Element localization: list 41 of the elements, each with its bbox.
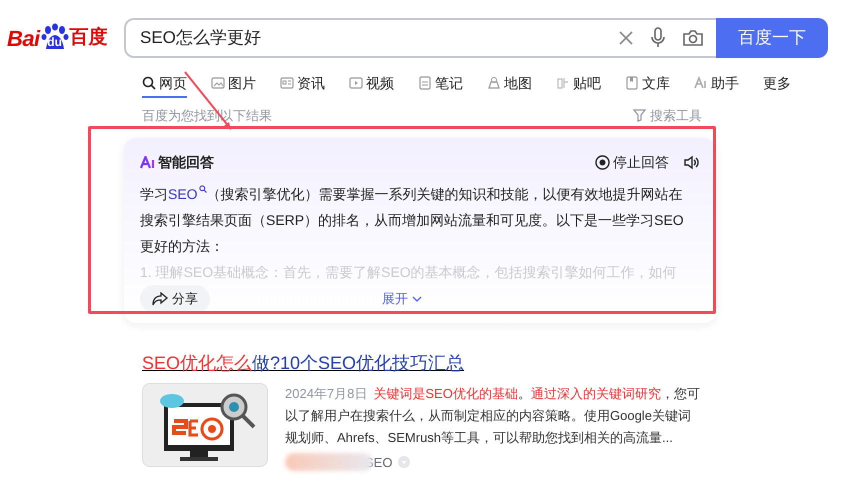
document-icon: [625, 76, 639, 90]
search-icon: [198, 184, 207, 192]
ai-logo-icon: [140, 156, 156, 168]
nav-tab[interactable]: 更多: [763, 70, 791, 98]
logo-text: 百度: [70, 26, 108, 50]
nav-tab[interactable]: 资讯: [280, 70, 325, 98]
search-button[interactable]: 百度一下: [716, 18, 828, 58]
nav-tab[interactable]: 文库: [625, 70, 670, 98]
answer-link[interactable]: SEO: [168, 186, 207, 202]
chevron-down-icon: [412, 296, 422, 302]
result-snippet: 2024年7月8日 关键词是SEO优化的基础。通过深入的关键词研究，您可以了解用户在搜索什么，从而制定相应的内容策略。使用Google关键词规划师、Ahrefs、SEMrush等工具，可以帮助您找到相关的高流量...: [285, 384, 701, 446]
result-title-link[interactable]: SEO优化怎么做?10个SEO优化技巧汇总: [142, 350, 854, 374]
play-icon: [349, 76, 363, 90]
camera-icon[interactable]: [682, 29, 704, 47]
map-icon: [487, 76, 501, 90]
news-icon: [280, 76, 294, 90]
ai-answer-title: 智能回答: [158, 152, 214, 172]
expand-button[interactable]: 展开: [382, 288, 422, 308]
logo-text: Bai: [7, 24, 40, 52]
forum-icon: [556, 76, 570, 90]
ai-icon: [694, 76, 708, 90]
ai-answer-paragraph: 学习SEO （搜索引擎优化）需要掌握一系列关键的知识和技能，以便有效地提升网站在搜索引擎结果页面（SERP）的排名，从而增加网站流量和可见度。以下是一些学习SEO更好的方法：: [140, 184, 685, 256]
nav-tab[interactable]: 贴吧: [556, 70, 601, 98]
search-icon: [142, 76, 156, 90]
share-icon: [152, 292, 168, 306]
nav-tab[interactable]: 图片: [211, 70, 256, 98]
share-button[interactable]: 分享: [140, 284, 210, 312]
stop-answer-button[interactable]: 停止回答: [595, 152, 669, 172]
nav-tab[interactable]: 助手: [694, 70, 739, 98]
speaker-icon[interactable]: [683, 154, 700, 170]
nav-tab[interactable]: 网页: [142, 70, 187, 98]
microphone-icon[interactable]: [650, 27, 666, 49]
nav-tab[interactable]: 笔记: [418, 70, 463, 98]
stop-icon: [595, 154, 610, 170]
note-icon: [418, 76, 432, 90]
nav-tab[interactable]: 地图: [487, 70, 532, 98]
image-icon: [211, 76, 225, 90]
nav-tab[interactable]: 视频: [349, 70, 394, 98]
close-icon[interactable]: [618, 30, 634, 46]
filter-icon: [633, 109, 646, 122]
search-field[interactable]: SEO怎么学更好: [124, 18, 716, 58]
